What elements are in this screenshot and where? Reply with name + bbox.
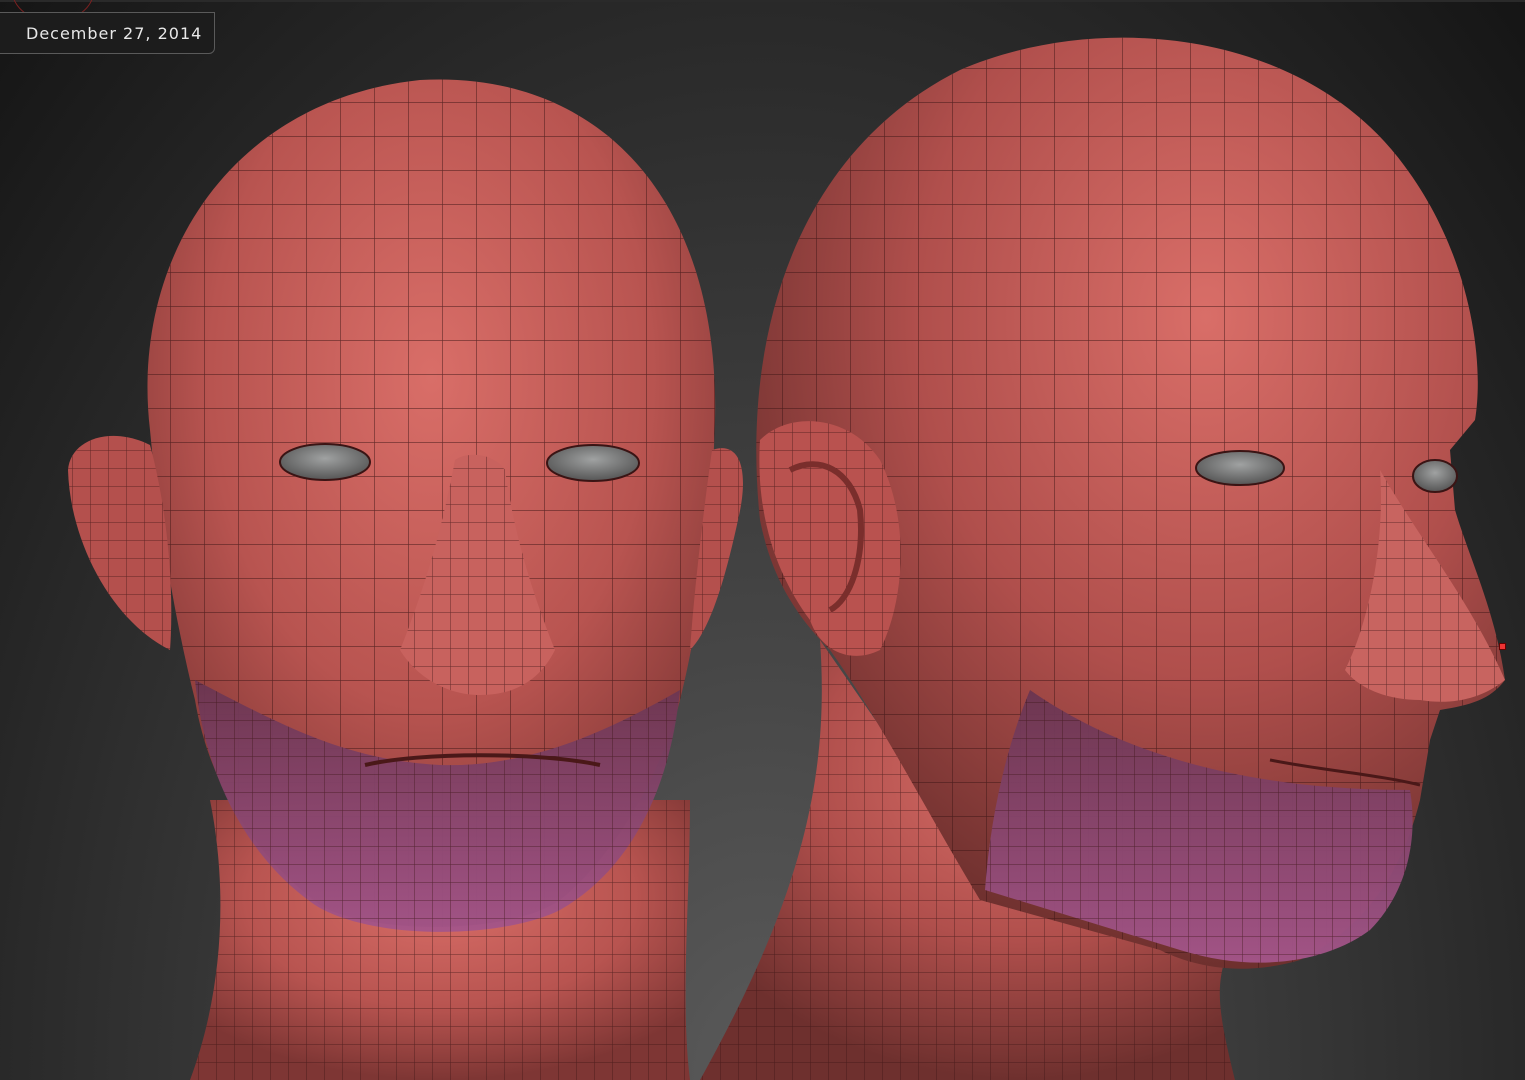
zbrush-viewport[interactable]: December 27, 2014 xyxy=(0,0,1525,1080)
front-eye-right xyxy=(546,444,640,482)
three-quarter-view-head[interactable] xyxy=(700,37,1505,1080)
side-eye-right xyxy=(1412,459,1458,493)
front-view-head[interactable] xyxy=(68,79,743,1080)
mesh-canvas[interactable] xyxy=(0,0,1525,1080)
side-eye-left xyxy=(1195,450,1285,486)
date-label: December 27, 2014 xyxy=(0,12,215,54)
date-text: December 27, 2014 xyxy=(26,23,203,43)
vertex-marker-icon xyxy=(1499,643,1506,650)
front-eye-left xyxy=(279,443,371,481)
